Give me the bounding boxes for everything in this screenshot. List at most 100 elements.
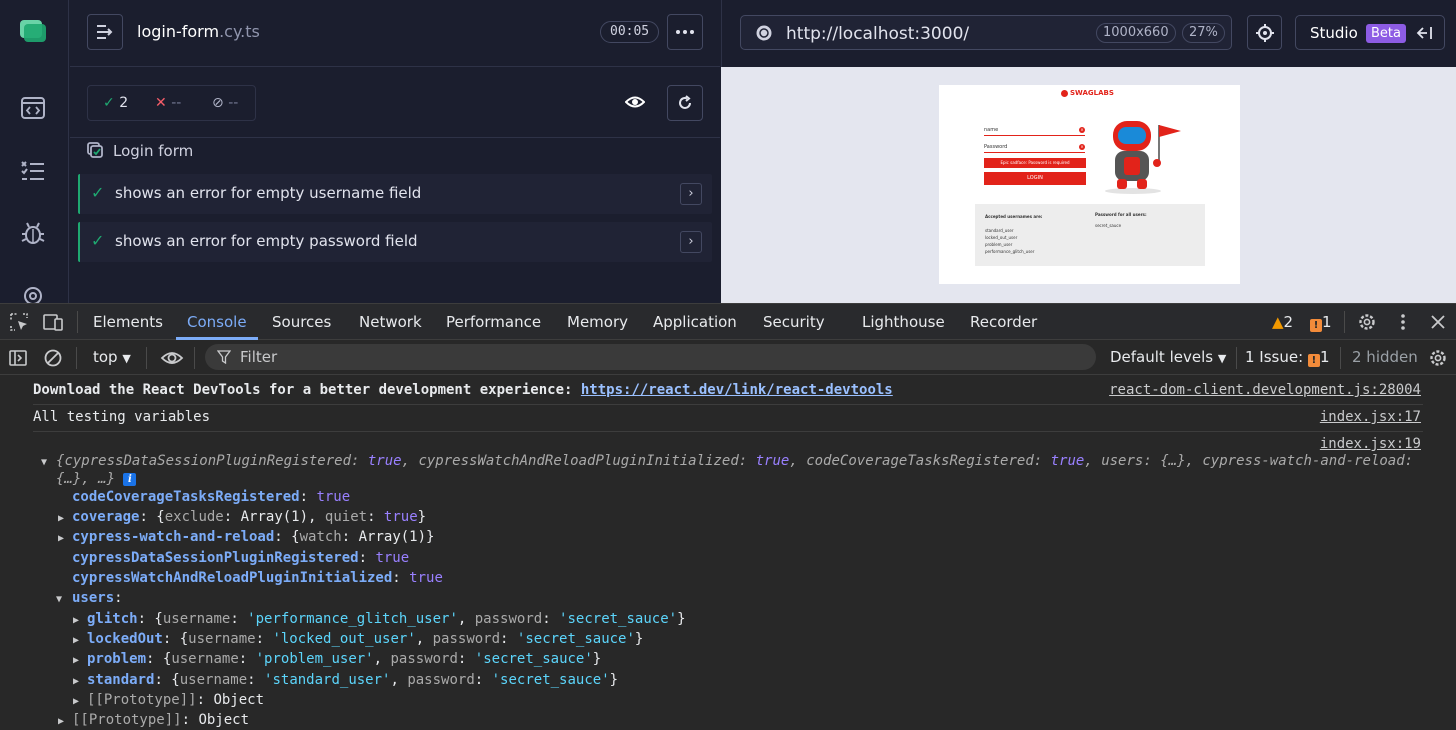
rerun-button[interactable] <box>667 85 703 121</box>
prototype-row[interactable]: [[Prototype]]: Object <box>87 692 264 708</box>
toggle-specs-list-button[interactable] <box>87 14 123 50</box>
object-summary[interactable]: {cypressDataSessionPluginRegistered: tru… <box>56 453 1413 469</box>
prop-row: codeCoverageTasksRegistered: true <box>72 489 351 505</box>
collapse-triangle-icon[interactable]: ▼ <box>41 457 47 468</box>
log-levels-dropdown[interactable]: Default levels ▼ <box>1110 348 1226 366</box>
tab-elements[interactable]: Elements <box>93 313 163 331</box>
more-options-button[interactable] <box>667 14 703 50</box>
issues-link[interactable]: 1 Issue: ! 1 <box>1245 348 1329 367</box>
context-selector[interactable]: top ▼ <box>93 348 131 366</box>
user-row[interactable]: standard: {username: 'standard_user', pa… <box>87 672 618 688</box>
devtools-tabbar: Elements Console Sources Network Perform… <box>0 304 1456 340</box>
login-card: name × Password × Epic sadface: Password i… <box>975 111 1205 293</box>
swaglabs-logo-text: SWAGLABS <box>1070 89 1114 97</box>
selector-playground-button[interactable] <box>1247 15 1282 50</box>
tab-recorder[interactable]: Recorder <box>970 313 1037 331</box>
levels-value: Default levels <box>1110 348 1214 366</box>
spec-filename: login-form.cy.ts <box>137 22 260 41</box>
studio-button[interactable]: Studio Beta <box>1295 15 1445 50</box>
message-source-link[interactable]: index.jsx:17 <box>1320 409 1421 425</box>
console-filter-input[interactable]: Filter <box>205 344 1096 370</box>
runs-list-icon[interactable] <box>20 158 46 184</box>
react-devtools-link[interactable]: https://react.dev/link/react-devtools <box>581 382 893 398</box>
live-expression-eye-icon[interactable] <box>160 348 184 368</box>
inspect-element-icon[interactable] <box>9 312 29 332</box>
prop-row[interactable]: cypress-watch-and-reload: {watch: Array(… <box>72 529 434 545</box>
console-settings-gear-icon[interactable] <box>1428 348 1448 368</box>
suite-title: Login form <box>113 142 194 160</box>
expand-triangle-icon[interactable]: ▶ <box>58 533 64 544</box>
passed-check-icon: ✓ <box>103 95 115 111</box>
expand-test-chevron-icon[interactable]: › <box>680 183 702 205</box>
close-devtools-icon[interactable] <box>1428 312 1448 332</box>
url-bar[interactable]: http://localhost:3000/ 1000x660 27% <box>740 15 1232 50</box>
tab-memory[interactable]: Memory <box>567 313 628 331</box>
cypress-logo-icon[interactable] <box>20 20 46 42</box>
show-sidebar-icon[interactable] <box>8 348 28 368</box>
expand-triangle-icon[interactable]: ▶ <box>58 716 64 727</box>
test-title: shows an error for empty username field <box>115 184 422 202</box>
console-message: All testing variables <box>33 409 211 425</box>
issue-flag-icon: ! <box>1310 319 1322 332</box>
login-button[interactable]: LOGIN <box>984 172 1086 185</box>
user-row[interactable]: glitch: {username: 'performance_glitch_u… <box>87 611 686 627</box>
expand-triangle-icon[interactable]: ▶ <box>73 676 79 687</box>
error-x-icon: × <box>1079 127 1085 133</box>
expand-triangle-icon[interactable]: ▶ <box>58 513 64 524</box>
warnings-counter[interactable]: ▲2 <box>1272 313 1293 331</box>
eye-icon[interactable] <box>625 95 645 109</box>
user-row[interactable]: lockedOut: {username: 'locked_out_user',… <box>87 631 643 647</box>
viewport-size[interactable]: 1000x660 <box>1096 23 1176 43</box>
issue-label: 1 Issue: <box>1245 348 1304 366</box>
prototype-row[interactable]: [[Prototype]]: Object <box>72 712 249 728</box>
specs-icon[interactable] <box>20 95 46 121</box>
prop-row[interactable]: coverage: {exclude: Array(1), quiet: tru… <box>72 509 426 525</box>
selector-playground-icon[interactable] <box>755 24 773 42</box>
username-field[interactable]: name × <box>984 124 1085 136</box>
password-field[interactable]: Password × <box>984 141 1085 153</box>
message-source-link[interactable]: index.jsx:19 <box>1320 436 1421 452</box>
expand-triangle-icon[interactable]: ▶ <box>73 696 79 707</box>
debug-bug-icon[interactable] <box>20 220 46 246</box>
device-toolbar-icon[interactable] <box>43 312 63 332</box>
issues-counter[interactable]: ! 1 <box>1310 313 1332 332</box>
expand-test-chevron-icon[interactable]: › <box>680 231 702 253</box>
user-row[interactable]: problem: {username: 'problem_user', pass… <box>87 651 601 667</box>
expand-triangle-icon[interactable]: ▶ <box>73 635 79 646</box>
tab-lighthouse[interactable]: Lighthouse <box>862 313 945 331</box>
prop-row[interactable]: users: <box>72 590 123 606</box>
error-x-icon: × <box>1079 144 1085 150</box>
context-value: top <box>93 348 118 366</box>
test-passed-icon: ✓ <box>91 231 105 250</box>
clear-console-icon[interactable] <box>43 348 63 368</box>
info-icon[interactable]: i <box>123 473 137 486</box>
message-source-link[interactable]: react-dom-client.development.js:28004 <box>1109 382 1421 398</box>
tab-application[interactable]: Application <box>653 313 737 331</box>
tab-network[interactable]: Network <box>359 313 422 331</box>
divider <box>1344 311 1345 333</box>
aut-header: http://localhost:3000/ 1000x660 27% Stud… <box>721 0 1456 67</box>
spec-name: login-form <box>137 22 220 41</box>
tab-sources[interactable]: Sources <box>272 313 331 331</box>
expand-triangle-icon[interactable]: ▶ <box>73 615 79 626</box>
devtools-settings-gear-icon[interactable] <box>1357 312 1377 332</box>
more-vertical-icon[interactable] <box>1393 312 1413 332</box>
specs-list-icon <box>97 25 113 39</box>
tab-console[interactable]: Console <box>187 313 247 331</box>
issue-count-badge: 1 <box>1319 348 1330 366</box>
settings-gear-icon[interactable] <box>20 282 46 303</box>
tab-security[interactable]: Security <box>763 313 825 331</box>
tab-performance[interactable]: Performance <box>446 313 541 331</box>
test-row[interactable]: ✓ shows an error for empty username fiel… <box>78 174 712 214</box>
divider <box>194 347 195 369</box>
zoom-level[interactable]: 27% <box>1182 23 1225 43</box>
crosshair-icon <box>1255 23 1274 42</box>
hidden-count: 2 hidden <box>1352 348 1418 366</box>
password-value: secret_sauce <box>1095 223 1122 228</box>
cypress-sidebar <box>0 0 69 303</box>
suite-row[interactable]: Login form <box>87 140 193 162</box>
collapse-triangle-icon[interactable]: ▼ <box>56 594 62 605</box>
test-row[interactable]: ✓ shows an error for empty password fiel… <box>78 222 712 262</box>
spec-extension: .cy.ts <box>219 22 260 41</box>
expand-triangle-icon[interactable]: ▶ <box>73 655 79 666</box>
